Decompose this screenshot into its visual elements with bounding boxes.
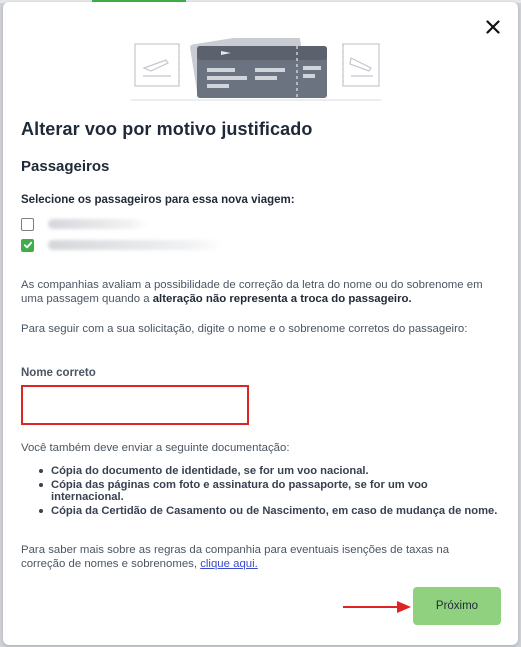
passenger-row — [21, 216, 148, 232]
right-ticket-icon — [342, 43, 380, 87]
select-passengers-label: Selecione os passageiros para essa nova … — [21, 194, 295, 206]
name-correction-policy-text: As companhias avaliam a possibilidade de… — [21, 278, 491, 306]
policy-text-bold: alteração não representa a troca do pass… — [152, 293, 412, 305]
documents-intro: Você também deve enviar a seguinte docum… — [21, 442, 290, 454]
close-icon — [486, 20, 500, 34]
next-button[interactable]: Próximo — [413, 587, 501, 625]
boarding-pass-icon — [190, 38, 327, 98]
document-item: Cópia das páginas com foto e assinatura … — [38, 479, 498, 503]
left-ticket-icon — [134, 43, 180, 87]
instructions-text: Para seguir com a sua solicitação, digit… — [21, 323, 468, 335]
footer-note: Para saber mais sobre as regras da compa… — [21, 543, 491, 571]
close-button[interactable] — [480, 14, 506, 40]
modal-title: Alterar voo por motivo justificado — [21, 119, 313, 139]
checkmark-icon — [23, 241, 32, 249]
passenger-row — [21, 237, 223, 253]
document-item: Cópia do documento de identidade, se for… — [38, 465, 498, 477]
document-item: Cópia da Certidão de Casamento ou de Nas… — [38, 505, 498, 517]
arrow-right-icon — [343, 601, 411, 613]
passenger-checkbox-checked[interactable] — [21, 238, 34, 252]
passenger-name-redacted — [48, 240, 223, 250]
passengers-section-title: Passageiros — [21, 158, 110, 175]
passenger-name-redacted — [48, 219, 148, 229]
documents-list: Cópia do documento de identidade, se for… — [38, 465, 498, 519]
boarding-pass-illustration — [131, 38, 381, 101]
correct-name-label: Nome correto — [21, 367, 96, 379]
passenger-checkbox[interactable] — [21, 217, 34, 231]
modal-dialog: Alterar voo por motivo justificado Passa… — [3, 2, 518, 645]
learn-more-link[interactable]: clique aqui. — [200, 558, 258, 570]
correct-name-input[interactable] — [21, 385, 249, 425]
